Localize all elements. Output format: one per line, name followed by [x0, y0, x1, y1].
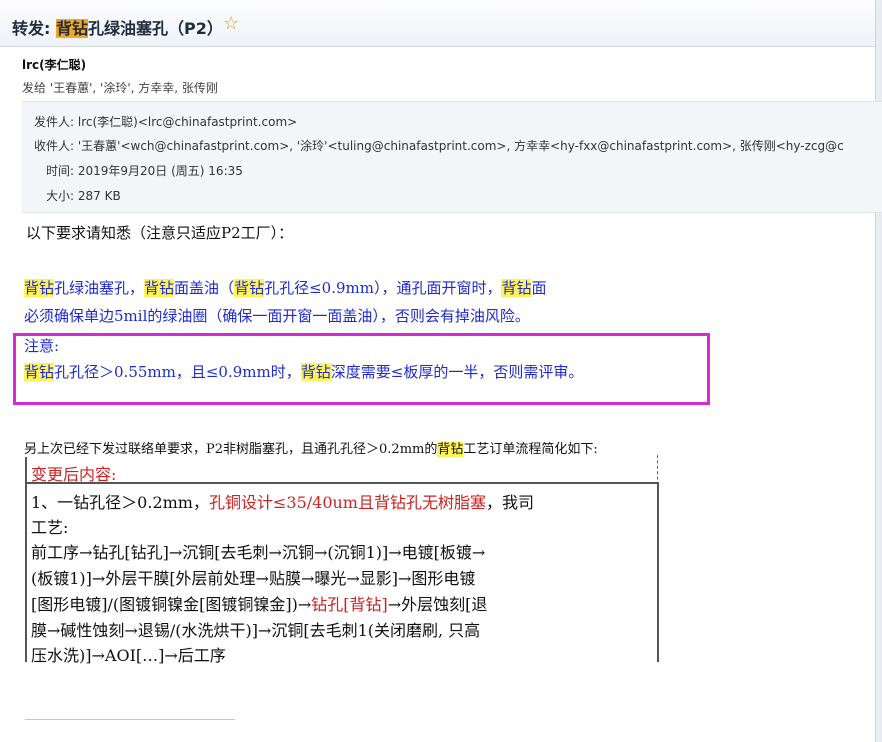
body-para1-line1: 背钻孔绿油塞孔，背钻面盖油（背钻孔孔径≤0.9mm），通孔面开窗时，背钻面 [24, 277, 546, 298]
divider [25, 719, 235, 720]
text-span: 工艺订单流程简化如下: [463, 442, 598, 457]
kw-backdrill: 背钻 [501, 279, 532, 297]
header-from: 发件人: lrc(李仁聪)<lrc@chinafastprint.com> [34, 115, 298, 129]
text-span: 1、一钻孔径＞0.2mm， [31, 493, 209, 512]
table-line-6: 膜→碱性蚀刻→退锡/(水洗烘干)]→沉铜[去毛刺1(关闭磨刷, 只高 [31, 621, 481, 640]
text-span: 孔绿油塞孔， [54, 279, 145, 297]
body-intro: 以下要求请知悉（注意只适应P2工厂）： [26, 224, 294, 242]
sendto-line: 发给 '王春蕙', '涂玲', 方幸幸, 张传刚 [22, 81, 218, 95]
text-span: 深度需要≤板厚的一半，否则需评审。 [330, 363, 584, 381]
header-to: 收件人: '王春蕙'<wch@chinafastprint.com>, '涂玲'… [34, 139, 844, 153]
note-label: 注意: [24, 337, 60, 355]
subject-bar: 转发: 背钻孔绿油塞孔（P2） ☆ [0, 0, 882, 47]
table-line-2: 工艺: [31, 518, 69, 537]
mail-header-box: 发件人: lrc(李仁聪)<lrc@chinafastprint.com> 收件… [22, 101, 882, 213]
table-line-7: 压水洗)]→AOI[…]→后工序 [31, 646, 226, 665]
star-icon[interactable]: ☆ [223, 13, 239, 34]
text-span: [图形电镀]/(图镀铜镍金[图镀铜镍金])→ [31, 595, 312, 614]
body-para2: 另上次已经下发过联络单要求，P2非树脂塞孔，且通孔孔径＞0.2mm的背钻工艺订单… [24, 438, 598, 457]
kw-backdrill: 背钻 [24, 279, 55, 297]
text-span: 面盖油（ [174, 279, 235, 297]
text-span: ，我司 [485, 493, 534, 512]
header-size: 大小: 287 KB [46, 189, 121, 203]
header-time: 时间: 2019年9月20日 (周五) 16:35 [46, 164, 243, 178]
table-border [657, 455, 658, 485]
subject-prefix: 转发: [12, 19, 56, 38]
subject-rest: 孔绿油塞孔（P2） [88, 19, 223, 38]
text-span: 另上次已经下发过联络单要求，P2非树脂塞孔，且通孔孔径＞0.2mm的 [24, 442, 438, 457]
text-span: 孔铜设计≤35/40um且背钻孔无树脂塞 [208, 493, 486, 512]
kw-backdrill: 背钻 [24, 363, 55, 381]
body-para1-line2: 必须确保单边5mil的绿油圈（确保一面开窗一面盖油），否则会有掉油风险。 [24, 307, 530, 325]
table-line-4: (板镀1)]→外层干膜[外层前处理→贴膜→曝光→显影]→图形电镀 [31, 569, 476, 588]
note-line: 背钻孔孔径＞0.55mm，且≤0.9mm时，背钻深度需要≤板厚的一半，否则需评审… [24, 361, 583, 382]
text-span: 孔孔径＞0.55mm，且≤0.9mm时， [54, 363, 301, 381]
kw-backdrill: 背钻 [300, 363, 331, 381]
kw-backdrill: 背钻 [437, 442, 464, 457]
text-span: 孔孔径≤0.9mm），通孔面开窗时， [264, 279, 502, 297]
table-line-1: 1、一钻孔径＞0.2mm，孔铜设计≤35/40um且背钻孔无树脂塞，我司 [31, 489, 534, 513]
kw-backdrill: 背钻 [144, 279, 175, 297]
text-span: 面 [531, 279, 547, 297]
text-span: 钻孔[背钻] [311, 595, 388, 614]
subject-highlight: 背钻 [55, 19, 88, 38]
email-subject: 转发: 背钻孔绿油塞孔（P2） [12, 15, 223, 39]
text-span: →外层蚀刻[退 [387, 595, 488, 614]
table-line-5: [图形电镀]/(图镀铜镍金[图镀铜镍金])→钻孔[背钻]→外层蚀刻[退 [31, 591, 487, 615]
kw-backdrill: 背钻 [234, 279, 265, 297]
sender-name[interactable]: lrc(李仁聪) [22, 56, 86, 73]
table-line-3: 前工序→钻孔[钻孔]→沉铜[去毛刺→沉铜→(沉铜1)]→电镀[板镀→ [31, 543, 486, 562]
table-border [25, 457, 27, 483]
